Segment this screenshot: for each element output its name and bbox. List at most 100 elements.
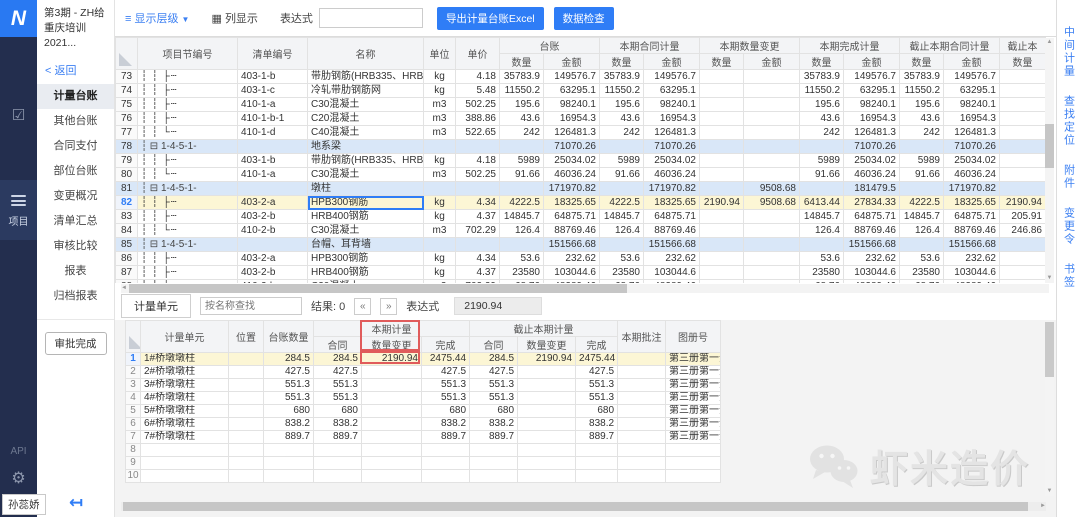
scroll-up-icon[interactable]: ▲ (1045, 38, 1054, 47)
cell-price[interactable]: 702.29 (456, 224, 500, 238)
cell-jh_a[interactable]: 98240.1 (944, 98, 1000, 112)
cell-tz_q[interactable]: 5989 (500, 154, 544, 168)
cell-tz_a[interactable]: 151566.68 (544, 238, 600, 252)
col-header-position[interactable]: 位置 (229, 321, 264, 353)
cell-ht_q[interactable]: 195.6 (600, 98, 644, 112)
cell-jh_q[interactable]: 23580 (900, 266, 944, 280)
cell-jbg[interactable] (518, 366, 576, 379)
cell-listno[interactable]: 403-1-b (238, 154, 308, 168)
cell-jwc[interactable]: 889.7 (576, 431, 618, 444)
cell-wc_a[interactable]: 88769.46 (844, 224, 900, 238)
cell-unit[interactable]: kg (424, 266, 456, 280)
cell-pos[interactable] (229, 392, 264, 405)
cell-wc_a[interactable]: 103044.6 (844, 266, 900, 280)
cell-tz_a[interactable]: 46036.24 (544, 168, 600, 182)
cell-name[interactable]: 7#桥墩墩柱 (141, 431, 229, 444)
cell-tz[interactable]: 889.7 (264, 431, 314, 444)
sidebar-item-清单汇总[interactable]: 清单汇总 (37, 209, 114, 234)
cell-ht_q[interactable]: 68.76 (600, 280, 644, 284)
cell-name[interactable]: 3#桥墩墩柱 (141, 379, 229, 392)
cell-atlas[interactable]: 第三册第一分册 (666, 392, 721, 405)
api-label[interactable]: API (0, 446, 37, 457)
cell-unit[interactable]: kg (424, 154, 456, 168)
sub-header-qty[interactable]: 数量 (500, 54, 544, 70)
cell-jb_q[interactable]: 205.91 (1000, 210, 1046, 224)
cell-jh_a[interactable]: 232.62 (944, 252, 1000, 266)
cell-bg_q[interactable] (700, 182, 744, 196)
cell-wc_q[interactable] (800, 140, 844, 154)
sub-header-qty-change[interactable]: 数量变更 (518, 337, 576, 353)
cell-tz[interactable] (264, 470, 314, 483)
cell-pos[interactable] (229, 431, 264, 444)
cell-wc_a[interactable]: 181479.5 (844, 182, 900, 196)
cell-jh_a[interactable]: 88769.46 (944, 224, 1000, 238)
cell-bg_q[interactable] (700, 238, 744, 252)
cell-ht_q[interactable]: 53.6 (600, 252, 644, 266)
cell-price[interactable] (456, 238, 500, 252)
cell-wc_a[interactable]: 64875.71 (844, 210, 900, 224)
col-header-price[interactable]: 单价 (456, 38, 500, 70)
cell-bg_a[interactable]: 9508.68 (744, 196, 800, 210)
cell-ht_q[interactable]: 242 (600, 126, 644, 140)
cell-atlas[interactable]: 第三册第一分册 (666, 353, 721, 366)
cell-ht_a[interactable]: 48289.46 (644, 280, 700, 284)
cell-jbg[interactable] (518, 470, 576, 483)
cell-ht_q[interactable] (600, 140, 644, 154)
cell-name[interactable]: 台帽、耳背墙 (308, 238, 424, 252)
scroll-thumb[interactable] (1045, 322, 1054, 377)
scroll-thumb[interactable] (1045, 124, 1054, 168)
cell-note[interactable] (618, 366, 666, 379)
cell-node[interactable]: ┆ ┆ └┄ (138, 280, 238, 284)
cell-wc[interactable] (422, 444, 470, 457)
cell-pos[interactable] (229, 379, 264, 392)
cell-jht[interactable]: 284.5 (470, 353, 518, 366)
cell-ht_a[interactable]: 151566.68 (644, 238, 700, 252)
cell-tz_q[interactable]: 43.6 (500, 112, 544, 126)
main-vertical-scrollbar[interactable]: ▲ ▼ (1045, 38, 1054, 283)
col-header-name[interactable]: 名称 (308, 38, 424, 70)
cell-jh_q[interactable]: 242 (900, 126, 944, 140)
cell-ht[interactable] (314, 444, 362, 457)
cell-bg_a[interactable] (744, 70, 800, 84)
cell-pos[interactable] (229, 418, 264, 431)
cell-wc_a[interactable]: 149576.7 (844, 70, 900, 84)
cell-wc_q[interactable]: 242 (800, 126, 844, 140)
sub-header-contract[interactable]: 合同 (314, 337, 362, 353)
cell-wc_a[interactable]: 16954.3 (844, 112, 900, 126)
cell-wc_a[interactable]: 232.62 (844, 252, 900, 266)
cell-ht_a[interactable]: 98240.1 (644, 98, 700, 112)
cell-tz[interactable]: 284.5 (264, 353, 314, 366)
sub-header-contract[interactable]: 合同 (470, 337, 518, 353)
data-check-button[interactable]: 数据检查 (554, 7, 614, 30)
cell-ht_q[interactable]: 11550.2 (600, 84, 644, 98)
cell-wc_q[interactable]: 91.66 (800, 168, 844, 182)
cell-tz[interactable]: 551.3 (264, 379, 314, 392)
cell-ht_a[interactable]: 149576.7 (644, 70, 700, 84)
expression-value[interactable]: 2190.94 (454, 297, 542, 315)
cell-bg_q[interactable] (700, 70, 744, 84)
cell-jbg[interactable] (518, 418, 576, 431)
nav-item-project[interactable]: 项目 (0, 180, 37, 240)
cell-tz_q[interactable]: 14845.7 (500, 210, 544, 224)
cell-atlas[interactable] (666, 457, 721, 470)
cell-tz[interactable]: 680 (264, 405, 314, 418)
cell-price[interactable]: 4.34 (456, 196, 500, 210)
cell-name[interactable]: 2#桥墩墩柱 (141, 366, 229, 379)
cell-bg[interactable] (362, 457, 422, 470)
cell-tz_a[interactable]: 16954.3 (544, 112, 600, 126)
cell-wc_q[interactable] (800, 238, 844, 252)
cell-price[interactable]: 702.29 (456, 280, 500, 284)
cell-jht[interactable]: 838.2 (470, 418, 518, 431)
cell-jht[interactable]: 680 (470, 405, 518, 418)
cell-wc[interactable]: 551.3 (422, 392, 470, 405)
cell-bg[interactable]: 2190.94 (362, 353, 422, 366)
cell-ht_q[interactable] (600, 182, 644, 196)
cell-name[interactable]: 6#桥墩墩柱 (141, 418, 229, 431)
sidebar-item-归档报表[interactable]: 归档报表 (37, 284, 114, 309)
cell-listno[interactable] (238, 182, 308, 196)
cell-name[interactable]: 1#桥墩墩柱 (141, 353, 229, 366)
sub-header-qty[interactable]: 数量 (1000, 54, 1046, 70)
cell-tz_a[interactable]: 88769.46 (544, 224, 600, 238)
cell-jh_q[interactable] (900, 238, 944, 252)
cell-ht[interactable]: 838.2 (314, 418, 362, 431)
